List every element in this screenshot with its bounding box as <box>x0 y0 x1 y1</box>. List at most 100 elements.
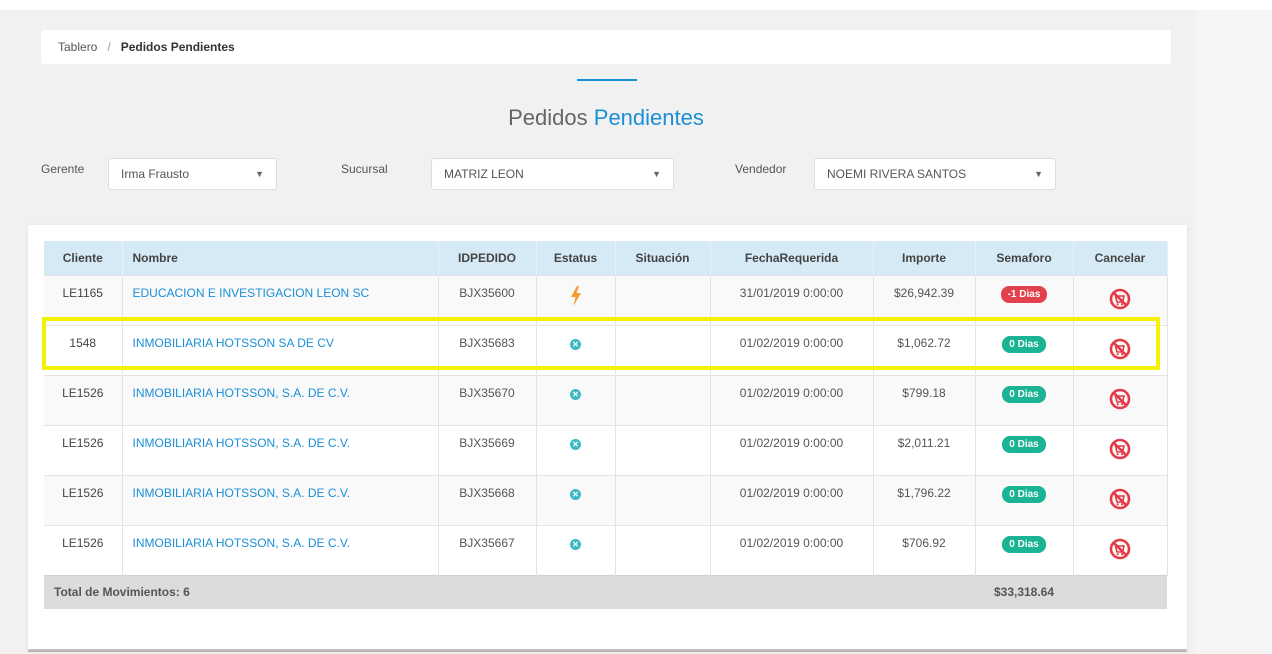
cell-idpedido: BJX35670 <box>438 374 537 425</box>
sucursal-label: Sucursal <box>341 162 388 176</box>
cell-cancelar <box>1073 274 1168 325</box>
cell-idpedido: BJX35600 <box>438 274 537 325</box>
x-circle-icon: ✕ <box>570 388 581 400</box>
cell-semaforo: 0 Dias <box>975 424 1074 475</box>
vendedor-select[interactable]: NOEMI RIVERA SANTOS ▼ <box>814 158 1056 190</box>
cell-cliente: 1548 <box>44 324 123 375</box>
cancel-order-icon[interactable] <box>1109 338 1131 363</box>
cell-fecha-requerida: 01/02/2019 0:00:00 <box>710 324 874 375</box>
cell-cancelar <box>1073 524 1168 575</box>
cell-fecha-requerida: 01/02/2019 0:00:00 <box>710 474 874 525</box>
semaforo-badge: -1 Dias <box>1000 285 1048 303</box>
cell-fecha-requerida: 01/02/2019 0:00:00 <box>710 524 874 575</box>
cell-idpedido: BJX35683 <box>438 324 537 375</box>
cancel-order-icon[interactable] <box>1109 488 1131 513</box>
cell-cliente: LE1526 <box>44 474 123 525</box>
x-circle-icon: ✕ <box>570 438 581 450</box>
cell-importe: $1,796.22 <box>873 474 976 525</box>
cell-importe: $799.18 <box>873 374 976 425</box>
cell-importe: $1,062.72 <box>873 324 976 375</box>
cell-situacion <box>615 424 711 475</box>
header-importe[interactable]: Importe <box>873 241 976 275</box>
title-accent-line <box>577 79 637 81</box>
breadcrumb-separator: / <box>107 40 111 54</box>
cliente-nombre-link[interactable]: INMOBILIARIA HOTSSON SA DE CV <box>133 336 334 350</box>
cliente-nombre-link[interactable]: INMOBILIARIA HOTSSON, S.A. DE C.V. <box>133 486 351 500</box>
cell-semaforo: 0 Dias <box>975 324 1074 375</box>
header-idpedido[interactable]: IDPEDIDO <box>438 241 537 275</box>
breadcrumb: Tablero / Pedidos Pendientes <box>41 30 1171 64</box>
page-title-part1: Pedidos <box>508 105 588 130</box>
header-situacion[interactable]: Situación <box>615 241 711 275</box>
sucursal-select-value: MATRIZ LEON <box>444 167 524 181</box>
chevron-down-icon: ▼ <box>652 169 661 179</box>
cell-semaforo: 0 Dias <box>975 474 1074 525</box>
cell-estatus: ✕ <box>536 424 616 475</box>
cell-estatus: ✕ <box>536 374 616 425</box>
cancel-order-icon[interactable] <box>1109 538 1131 563</box>
vendedor-select-value: NOEMI RIVERA SANTOS <box>827 167 967 181</box>
cell-situacion <box>615 524 711 575</box>
cell-cliente: LE1165 <box>44 274 123 325</box>
cancel-order-icon[interactable] <box>1109 288 1131 313</box>
header-cliente[interactable]: Cliente <box>44 241 123 275</box>
cell-importe: $706.92 <box>873 524 976 575</box>
page-title-part2: Pendientes <box>593 105 704 130</box>
breadcrumb-home-link[interactable]: Tablero <box>58 40 97 54</box>
gerente-select[interactable]: Irma Frausto ▼ <box>108 158 277 190</box>
cell-nombre: EDUCACION E INVESTIGACION LEON SC <box>122 274 439 325</box>
cell-fecha-requerida: 31/01/2019 0:00:00 <box>710 274 874 325</box>
cancel-order-icon[interactable] <box>1109 388 1131 413</box>
semaforo-badge: 0 Dias <box>1002 435 1046 453</box>
table-row: 1548 INMOBILIARIA HOTSSON SA DE CV BJX3568… <box>44 324 1168 375</box>
cell-estatus: ✕ <box>536 474 616 525</box>
cell-estatus: ✕ <box>536 524 616 575</box>
cell-situacion <box>615 474 711 525</box>
cell-idpedido: BJX35668 <box>438 474 537 525</box>
cliente-nombre-link[interactable]: INMOBILIARIA HOTSSON, S.A. DE C.V. <box>133 436 351 450</box>
cell-fecha-requerida: 01/02/2019 0:00:00 <box>710 374 874 425</box>
total-amount: $33,318.64 <box>975 574 1073 609</box>
cancel-order-icon[interactable] <box>1109 438 1131 463</box>
cell-nombre: INMOBILIARIA HOTSSON, S.A. DE C.V. <box>122 524 439 575</box>
cell-cancelar <box>1073 424 1168 475</box>
cell-fecha-requerida: 01/02/2019 0:00:00 <box>710 424 874 475</box>
cliente-nombre-link[interactable]: INMOBILIARIA HOTSSON, S.A. DE C.V. <box>133 536 351 550</box>
header-cancelar[interactable]: Cancelar <box>1073 241 1168 275</box>
table-footer-row: Total de Movimientos: 6 $33,318.64 <box>44 574 1167 609</box>
table-row: LE1526 INMOBILIARIA HOTSSON, S.A. DE C.V.… <box>44 474 1168 525</box>
cell-cliente: LE1526 <box>44 524 123 575</box>
header-estatus[interactable]: Estatus <box>536 241 616 275</box>
cell-nombre: INMOBILIARIA HOTSSON SA DE CV <box>122 324 439 375</box>
semaforo-badge: 0 Dias <box>1002 485 1046 503</box>
cell-situacion <box>615 324 711 375</box>
gerente-select-value: Irma Frausto <box>121 167 190 181</box>
cliente-nombre-link[interactable]: EDUCACION E INVESTIGACION LEON SC <box>133 286 370 300</box>
cell-situacion <box>615 274 711 325</box>
cell-estatus: ✕ <box>536 324 616 375</box>
cell-situacion <box>615 374 711 425</box>
cell-cliente: LE1526 <box>44 424 123 475</box>
cell-importe: $26,942.39 <box>873 274 976 325</box>
sucursal-select[interactable]: MATRIZ LEON ▼ <box>431 158 674 190</box>
cell-nombre: INMOBILIARIA HOTSSON, S.A. DE C.V. <box>122 474 439 525</box>
cell-semaforo: -1 Dias <box>975 274 1074 325</box>
breadcrumb-current: Pedidos Pendientes <box>120 40 235 54</box>
cell-idpedido: BJX35669 <box>438 424 537 475</box>
total-movimientos: Total de Movimientos: 6 <box>44 574 873 609</box>
header-fecha-requerida[interactable]: FechaRequerida <box>710 241 874 275</box>
x-circle-icon: ✕ <box>570 488 581 500</box>
chevron-down-icon: ▼ <box>1034 169 1043 179</box>
header-nombre[interactable]: Nombre <box>122 241 439 275</box>
header-semaforo[interactable]: Semaforo <box>975 241 1074 275</box>
table-row: LE1165 EDUCACION E INVESTIGACION LEON SC B… <box>44 274 1168 325</box>
gerente-label: Gerente <box>41 162 85 176</box>
cell-semaforo: 0 Dias <box>975 524 1074 575</box>
vendedor-label: Vendedor <box>735 162 787 176</box>
chevron-down-icon: ▼ <box>255 169 264 179</box>
cliente-nombre-link[interactable]: INMOBILIARIA HOTSSON, S.A. DE C.V. <box>133 386 351 400</box>
cell-cliente: LE1526 <box>44 374 123 425</box>
page-title: Pedidos Pendientes <box>0 105 1212 131</box>
cell-importe: $2,011.21 <box>873 424 976 475</box>
table-row: LE1526 INMOBILIARIA HOTSSON, S.A. DE C.V.… <box>44 424 1168 475</box>
